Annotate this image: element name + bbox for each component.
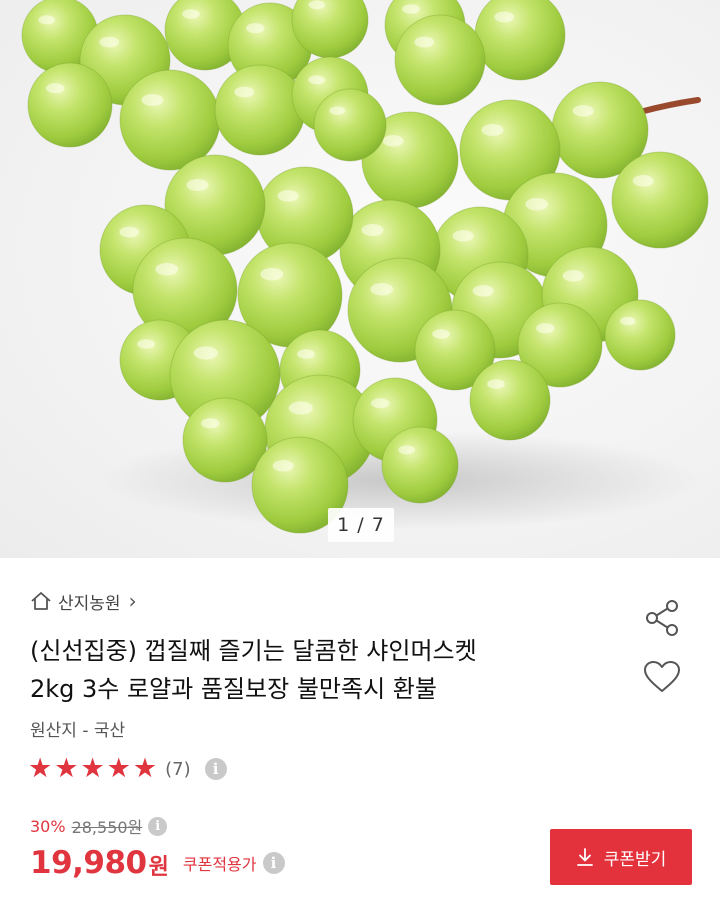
grape-highlight xyxy=(272,460,294,472)
grape-highlight xyxy=(414,36,435,48)
grape-highlight xyxy=(155,262,179,276)
grape-highlight xyxy=(182,9,200,19)
rating-row[interactable]: ★ ★ ★ ★ ★ (7) i xyxy=(28,754,227,784)
grape-highlight xyxy=(46,83,65,94)
discount-rate: 30% xyxy=(30,816,66,836)
price-info-icon[interactable]: i xyxy=(148,816,168,836)
grape-highlight xyxy=(494,11,515,23)
share-button[interactable] xyxy=(640,598,684,638)
image-counter: 1 / 7 xyxy=(328,508,394,542)
coupon-price-label: 쿠폰적용가 xyxy=(182,855,257,874)
grape-highlight xyxy=(481,124,504,136)
seller-link[interactable]: 산지농원 › xyxy=(30,586,137,616)
grape-highlight xyxy=(371,398,390,409)
grape-highlight xyxy=(193,346,218,360)
grape-highlight xyxy=(472,285,494,297)
download-icon xyxy=(576,848,593,866)
grape-highlight xyxy=(370,282,394,296)
grape-berry xyxy=(469,359,551,441)
grape-highlight xyxy=(260,267,284,281)
seller-name: 산지농원 xyxy=(58,593,121,614)
grape-berry xyxy=(381,426,459,504)
grape-highlight xyxy=(277,190,299,202)
grape-highlight xyxy=(297,349,315,359)
grape-berry xyxy=(27,62,113,148)
original-price-row: 30% 28,550원 i xyxy=(30,814,168,838)
star-icon: ★ xyxy=(54,753,79,784)
grape-illustration xyxy=(21,0,709,534)
grape-highlight xyxy=(562,270,584,282)
grape-highlight xyxy=(632,175,654,187)
star-icon: ★ xyxy=(80,753,105,784)
grape-highlight xyxy=(186,179,209,191)
product-image[interactable]: 1 / 7 xyxy=(0,0,720,558)
sale-price-row: 19,980 원 쿠폰적용가 i xyxy=(30,842,285,884)
get-coupon-label: 쿠폰받기 xyxy=(603,849,667,870)
grape-highlight xyxy=(308,0,326,10)
grape-berry xyxy=(604,299,676,371)
grape-highlight xyxy=(201,418,220,429)
original-price: 28,550원 xyxy=(71,818,143,837)
wishlist-button[interactable] xyxy=(640,656,684,698)
star-icon: ★ xyxy=(28,753,53,784)
grape-highlight xyxy=(361,224,384,236)
grape-highlight xyxy=(572,105,594,117)
grape-highlight xyxy=(288,401,313,415)
rating-info-icon[interactable]: i xyxy=(204,758,227,780)
grape-highlight xyxy=(398,445,416,455)
grape-highlight xyxy=(382,135,404,147)
home-icon xyxy=(31,592,51,610)
currency-unit: 원 xyxy=(148,855,169,880)
product-title-line1: (신선집중) 껍질째 즐기는 달콤한 샤인머스켓 xyxy=(30,637,477,665)
grape-berry xyxy=(394,14,486,106)
grape-highlight xyxy=(99,36,120,48)
star-rating: ★ ★ ★ ★ ★ xyxy=(28,754,157,784)
grape-highlight xyxy=(329,106,346,115)
grape-highlight xyxy=(620,316,636,326)
grape-highlight xyxy=(432,329,450,339)
chevron-right-icon: › xyxy=(128,589,137,613)
sale-price: 19,980 xyxy=(30,845,147,881)
star-icon: ★ xyxy=(132,753,158,784)
get-coupon-button[interactable]: 쿠폰받기 xyxy=(550,829,692,885)
grape-highlight xyxy=(141,94,164,106)
review-count[interactable]: (7) xyxy=(165,759,191,780)
grape-highlight xyxy=(402,4,420,14)
grape-highlight xyxy=(137,339,155,349)
grape-berry xyxy=(313,88,387,162)
star-icon: ★ xyxy=(106,753,131,784)
grape-highlight xyxy=(246,23,265,34)
grape-highlight xyxy=(38,15,56,25)
grape-highlight xyxy=(234,86,255,98)
grape-highlight xyxy=(119,226,140,238)
grape-highlight xyxy=(536,323,555,334)
heart-icon xyxy=(644,661,680,692)
grape-highlight xyxy=(452,230,474,242)
product-title-line2: 2kg 3수 로얄과 품질보장 불만족시 환불 xyxy=(30,675,437,703)
grape-berry xyxy=(119,69,221,171)
grape-berry xyxy=(611,151,709,249)
product-title: (신선집중) 껍질째 즐기는 달콤한 샤인머스켓 2kg 3수 로얄과 품질보장… xyxy=(30,632,620,708)
grape-highlight xyxy=(308,75,326,85)
grape-highlight xyxy=(525,197,549,211)
coupon-info-icon[interactable]: i xyxy=(262,852,285,874)
share-icon xyxy=(646,600,678,636)
grape-highlight xyxy=(487,379,505,389)
grape-berry xyxy=(474,0,566,81)
origin-label: 원산지 - 국산 xyxy=(30,721,126,741)
grape-berry xyxy=(214,64,306,156)
